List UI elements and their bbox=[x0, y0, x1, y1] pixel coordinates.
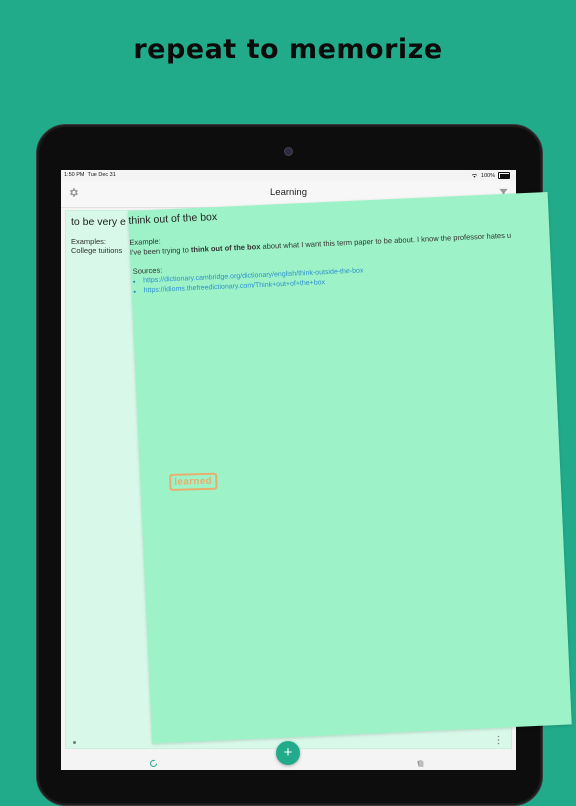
headline: repeat to memorize bbox=[133, 34, 443, 65]
page-dot bbox=[73, 741, 76, 744]
highlighted-phrase: think out of the box bbox=[190, 242, 261, 255]
status-bar: 1:50 PM Tue Dec 31 100% bbox=[61, 170, 516, 181]
front-card-example-text: I've been trying to think out of the box… bbox=[129, 230, 512, 257]
status-time: 1:50 PM Tue Dec 31 bbox=[64, 172, 116, 178]
status-right: 100% bbox=[471, 172, 510, 179]
back-card-examples-label: Examples: bbox=[71, 237, 107, 246]
add-button[interactable]: + bbox=[276, 741, 300, 765]
front-card-title: think out of the box bbox=[128, 210, 218, 227]
battery-icon bbox=[498, 172, 510, 179]
sources-list: https://dictionary.cambridge.org/diction… bbox=[133, 267, 364, 297]
back-card-title: to be very e bbox=[71, 216, 126, 228]
wifi-icon bbox=[471, 173, 478, 178]
battery-percent: 100% bbox=[480, 172, 495, 179]
front-card[interactable]: think out of the box Example: I've been … bbox=[128, 191, 572, 744]
camera-icon bbox=[284, 147, 293, 156]
front-card-sources-label: Sources: bbox=[132, 265, 163, 276]
refresh-icon[interactable] bbox=[149, 759, 158, 768]
cards-icon[interactable] bbox=[416, 759, 425, 768]
front-card-example-label: Example: bbox=[129, 236, 161, 247]
more-vertical-icon[interactable] bbox=[497, 735, 500, 745]
back-card-example-text: College tuitions bbox=[71, 246, 123, 255]
learned-stamp: learned bbox=[169, 472, 218, 491]
